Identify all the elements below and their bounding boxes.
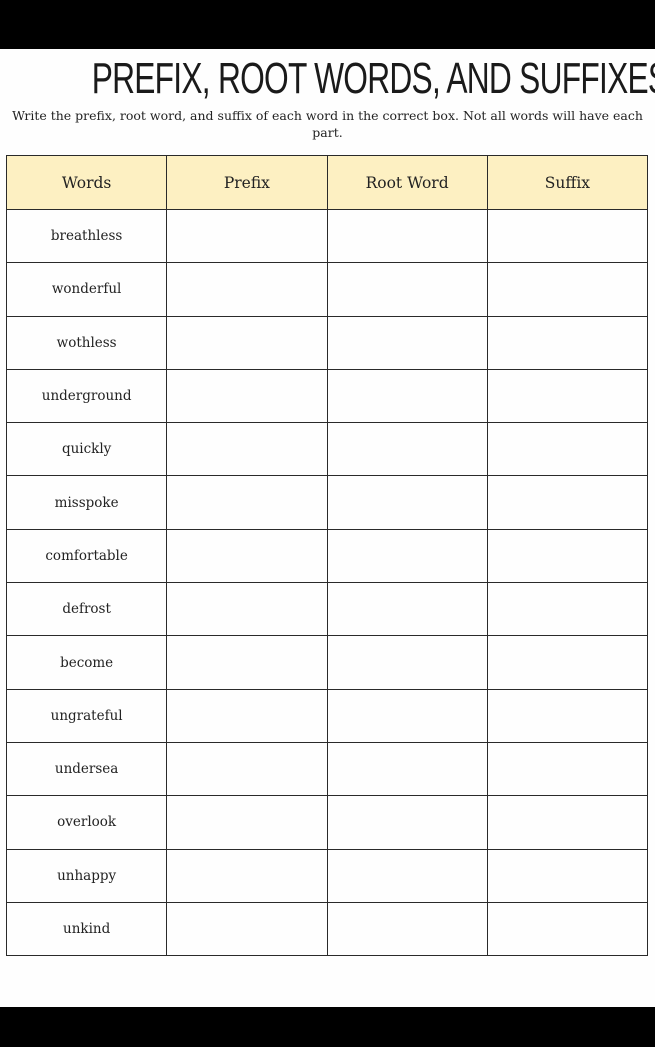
suffix-cell[interactable] [486, 741, 649, 797]
suffix-cell[interactable] [486, 795, 649, 850]
table-row: undersea [5, 741, 649, 797]
root-word-cell[interactable] [326, 315, 488, 370]
suffix-cell[interactable] [486, 262, 649, 317]
word-cell: comfortable [5, 528, 168, 584]
prefix-cell[interactable] [166, 208, 328, 264]
worksheet-title: PREFIX, ROOT WORDS, AND SUFFIXES [91, 54, 655, 103]
prefix-cell[interactable] [166, 528, 328, 584]
instructions: Write the prefix, root word, and suffix … [12, 108, 643, 140]
table-row: ungrateful [5, 688, 649, 743]
suffix-cell[interactable] [486, 901, 649, 957]
prefix-cell[interactable] [166, 688, 328, 743]
word-cell: underground [5, 368, 168, 424]
word-cell: quickly [5, 422, 168, 477]
table-row: overlook [5, 795, 649, 850]
suffix-cell[interactable] [486, 688, 649, 743]
prefix-cell[interactable] [166, 795, 328, 850]
root-word-cell[interactable] [326, 475, 488, 530]
prefix-cell[interactable] [166, 262, 328, 317]
root-word-cell[interactable] [326, 262, 488, 317]
root-word-cell[interactable] [326, 422, 488, 477]
suffix-cell[interactable] [486, 848, 649, 903]
root-word-cell[interactable] [326, 741, 488, 797]
worksheet-page: PREFIX, ROOT WORDS, AND SUFFIXES Write t… [0, 49, 655, 1007]
prefix-cell[interactable] [166, 635, 328, 690]
table-row: breathless [5, 208, 649, 264]
prefix-cell[interactable] [166, 475, 328, 530]
suffix-cell[interactable] [486, 582, 649, 637]
root-word-cell[interactable] [326, 795, 488, 850]
table-row: comfortable [5, 528, 649, 584]
word-cell: overlook [5, 795, 168, 850]
prefix-cell[interactable] [166, 741, 328, 797]
suffix-cell[interactable] [486, 422, 649, 477]
table-row: unhappy [5, 848, 649, 903]
suffix-cell[interactable] [486, 635, 649, 690]
prefix-cell[interactable] [166, 315, 328, 370]
table-row: quickly [5, 422, 649, 477]
worksheet-table: Words Prefix Root Word Suffix breathless… [5, 155, 649, 957]
column-header-prefix: Prefix [166, 155, 328, 210]
root-word-cell[interactable] [326, 688, 488, 743]
prefix-cell[interactable] [166, 848, 328, 903]
root-word-cell[interactable] [326, 208, 488, 264]
root-word-cell[interactable] [326, 848, 488, 903]
suffix-cell[interactable] [486, 528, 649, 584]
prefix-cell[interactable] [166, 422, 328, 477]
word-cell: unkind [5, 901, 168, 957]
root-word-cell[interactable] [326, 901, 488, 957]
column-header-root-word: Root Word [326, 155, 488, 210]
prefix-cell[interactable] [166, 901, 328, 957]
table-row: underground [5, 368, 649, 424]
word-cell: breathless [5, 208, 168, 264]
table-row: wothless [5, 315, 649, 370]
suffix-cell[interactable] [486, 208, 649, 264]
column-header-words: Words [5, 155, 168, 210]
root-word-cell[interactable] [326, 368, 488, 424]
table-row: misspoke [5, 475, 649, 530]
suffix-cell[interactable] [486, 315, 649, 370]
root-word-cell[interactable] [326, 528, 488, 584]
column-header-suffix: Suffix [486, 155, 649, 210]
word-cell: wothless [5, 315, 168, 370]
prefix-cell[interactable] [166, 582, 328, 637]
prefix-cell[interactable] [166, 368, 328, 424]
word-cell: unhappy [5, 848, 168, 903]
root-word-cell[interactable] [326, 635, 488, 690]
header-row: Words Prefix Root Word Suffix [5, 155, 649, 210]
root-word-cell[interactable] [326, 582, 488, 637]
suffix-cell[interactable] [486, 368, 649, 424]
word-cell: become [5, 635, 168, 690]
suffix-cell[interactable] [486, 475, 649, 530]
table-row: unkind [5, 901, 649, 957]
table-row: defrost [5, 582, 649, 637]
word-cell: ungrateful [5, 688, 168, 743]
word-cell: misspoke [5, 475, 168, 530]
table-row: wonderful [5, 262, 649, 317]
word-cell: undersea [5, 741, 168, 797]
table-row: become [5, 635, 649, 690]
word-cell: defrost [5, 582, 168, 637]
word-cell: wonderful [5, 262, 168, 317]
